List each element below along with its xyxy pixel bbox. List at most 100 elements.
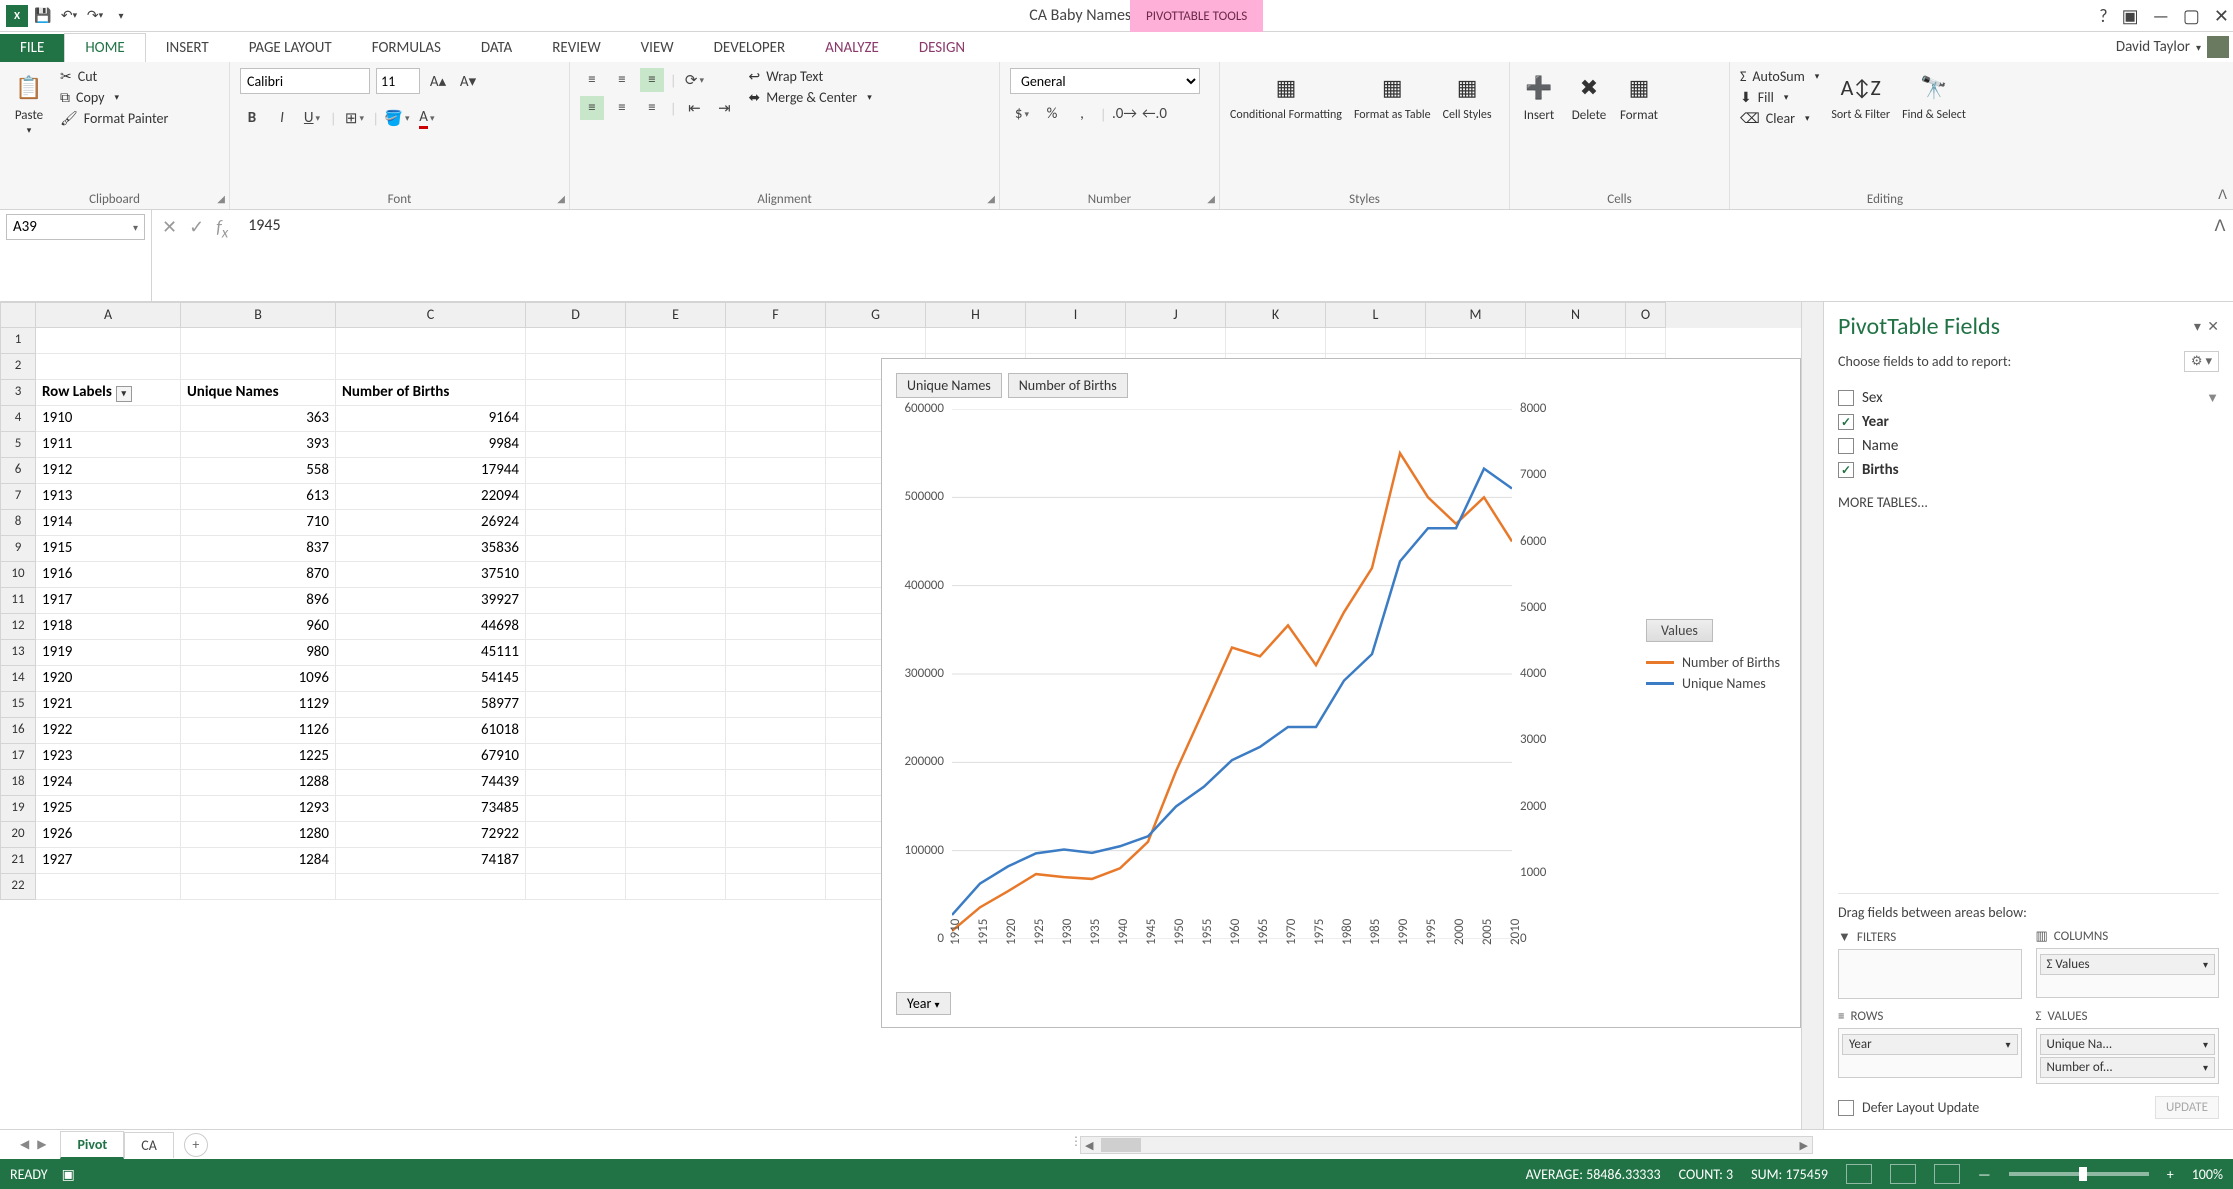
- cell[interactable]: 67910: [336, 744, 526, 770]
- row-header[interactable]: 5: [0, 432, 36, 458]
- row-header[interactable]: 7: [0, 484, 36, 510]
- cell[interactable]: 1915: [36, 536, 181, 562]
- ribbon-options-icon[interactable]: ▣: [2122, 5, 2139, 27]
- field-item[interactable]: Name: [1838, 434, 2219, 458]
- merge-center-button[interactable]: ⬌Merge & Center▾: [748, 89, 871, 106]
- tab-file[interactable]: FILE: [0, 34, 64, 62]
- autosum-button[interactable]: ΣAutoSum▾: [1740, 68, 1819, 85]
- increase-font-icon[interactable]: A▴: [426, 69, 450, 93]
- zoom-level[interactable]: 100%: [2192, 1166, 2223, 1183]
- field-item[interactable]: ✓Year: [1838, 410, 2219, 434]
- cell[interactable]: 26924: [336, 510, 526, 536]
- cell[interactable]: [181, 354, 336, 380]
- align-center-icon[interactable]: ≡: [610, 96, 634, 120]
- cell[interactable]: 558: [181, 458, 336, 484]
- column-header[interactable]: C: [336, 302, 526, 328]
- row-header[interactable]: 10: [0, 562, 36, 588]
- redo-icon[interactable]: ↷▾: [84, 5, 106, 27]
- area-chip[interactable]: Year▾: [1842, 1034, 2018, 1055]
- cut-button[interactable]: ✂Cut: [60, 68, 168, 85]
- cell[interactable]: [526, 718, 626, 744]
- cell[interactable]: [626, 640, 726, 666]
- cell[interactable]: [626, 770, 726, 796]
- cell[interactable]: [526, 406, 626, 432]
- row-header[interactable]: 9: [0, 536, 36, 562]
- tab-home[interactable]: HOME: [64, 33, 145, 62]
- column-header[interactable]: M: [1426, 302, 1526, 328]
- select-all-corner[interactable]: [0, 302, 36, 328]
- cell[interactable]: [726, 614, 826, 640]
- cell[interactable]: [626, 874, 726, 900]
- delete-button[interactable]: ✖Delete: [1570, 68, 1608, 123]
- macro-record-icon[interactable]: ▣: [62, 1166, 75, 1183]
- cell[interactable]: 1917: [36, 588, 181, 614]
- cell[interactable]: [526, 874, 626, 900]
- cell[interactable]: [726, 770, 826, 796]
- sheet-tab-ca[interactable]: CA: [124, 1132, 174, 1158]
- column-header[interactable]: K: [1226, 302, 1326, 328]
- values-area[interactable]: ΣVALUES Unique Na...▾ Number of...▾: [2036, 1009, 2220, 1084]
- cell[interactable]: [726, 536, 826, 562]
- cell[interactable]: [726, 692, 826, 718]
- column-header[interactable]: O: [1626, 302, 1666, 328]
- cell[interactable]: [526, 432, 626, 458]
- row-header[interactable]: 6: [0, 458, 36, 484]
- cell[interactable]: [626, 718, 726, 744]
- cell[interactable]: [726, 796, 826, 822]
- cell[interactable]: 74439: [336, 770, 526, 796]
- decrease-font-icon[interactable]: A▾: [456, 69, 480, 93]
- cell[interactable]: [726, 874, 826, 900]
- format-as-table-button[interactable]: ▦Format as Table: [1354, 68, 1431, 122]
- cell[interactable]: [526, 328, 626, 354]
- cell[interactable]: [526, 770, 626, 796]
- cell[interactable]: [626, 848, 726, 874]
- field-item[interactable]: Sex▼: [1838, 386, 2219, 410]
- cell[interactable]: [626, 666, 726, 692]
- tab-analyze[interactable]: ANALYZE: [805, 34, 899, 62]
- row-header[interactable]: 17: [0, 744, 36, 770]
- cell[interactable]: 1925: [36, 796, 181, 822]
- cell[interactable]: [526, 744, 626, 770]
- enter-formula-icon[interactable]: ✓: [189, 216, 204, 238]
- chart-axis-field-button[interactable]: Year ▾: [896, 992, 951, 1015]
- column-header[interactable]: L: [1326, 302, 1426, 328]
- filter-icon[interactable]: ▼: [2206, 390, 2219, 406]
- close-icon[interactable]: ✕: [2214, 5, 2229, 27]
- cell[interactable]: 710: [181, 510, 336, 536]
- cell[interactable]: 22094: [336, 484, 526, 510]
- cell[interactable]: 61018: [336, 718, 526, 744]
- cell[interactable]: [726, 510, 826, 536]
- tab-data[interactable]: DATA: [461, 34, 532, 62]
- font-size-input[interactable]: [376, 68, 420, 94]
- cell[interactable]: [1126, 328, 1226, 354]
- column-header[interactable]: B: [181, 302, 336, 328]
- cell[interactable]: 35836: [336, 536, 526, 562]
- cell-styles-button[interactable]: ▦Cell Styles: [1443, 68, 1492, 122]
- cell[interactable]: [626, 562, 726, 588]
- minimize-icon[interactable]: —: [2153, 5, 2169, 27]
- cell[interactable]: 54145: [336, 666, 526, 692]
- cell[interactable]: [526, 354, 626, 380]
- checkbox-icon[interactable]: [1838, 390, 1854, 406]
- undo-icon[interactable]: ↶▾: [58, 5, 80, 27]
- cell[interactable]: 1926: [36, 822, 181, 848]
- checkbox-icon[interactable]: [1838, 438, 1854, 454]
- row-header[interactable]: 3: [0, 380, 36, 406]
- rows-area[interactable]: ≡ROWS Year▾: [1838, 1009, 2022, 1084]
- orientation-icon[interactable]: ⟳: [682, 68, 706, 92]
- wrap-text-button[interactable]: ↩Wrap Text: [748, 68, 871, 85]
- cell[interactable]: [926, 328, 1026, 354]
- column-header[interactable]: I: [1026, 302, 1126, 328]
- save-icon[interactable]: 💾: [32, 5, 54, 27]
- launcher-icon[interactable]: ◢: [217, 192, 225, 205]
- add-sheet-button[interactable]: +: [184, 1133, 208, 1157]
- cell[interactable]: 1284: [181, 848, 336, 874]
- clear-button[interactable]: ⌫Clear▾: [1740, 110, 1819, 127]
- cell[interactable]: [526, 848, 626, 874]
- cell[interactable]: [726, 328, 826, 354]
- more-tables-link[interactable]: MORE TABLES...: [1838, 494, 2219, 511]
- cell[interactable]: [626, 484, 726, 510]
- normal-view-icon[interactable]: [1846, 1164, 1872, 1184]
- cell[interactable]: [526, 822, 626, 848]
- cell[interactable]: 1924: [36, 770, 181, 796]
